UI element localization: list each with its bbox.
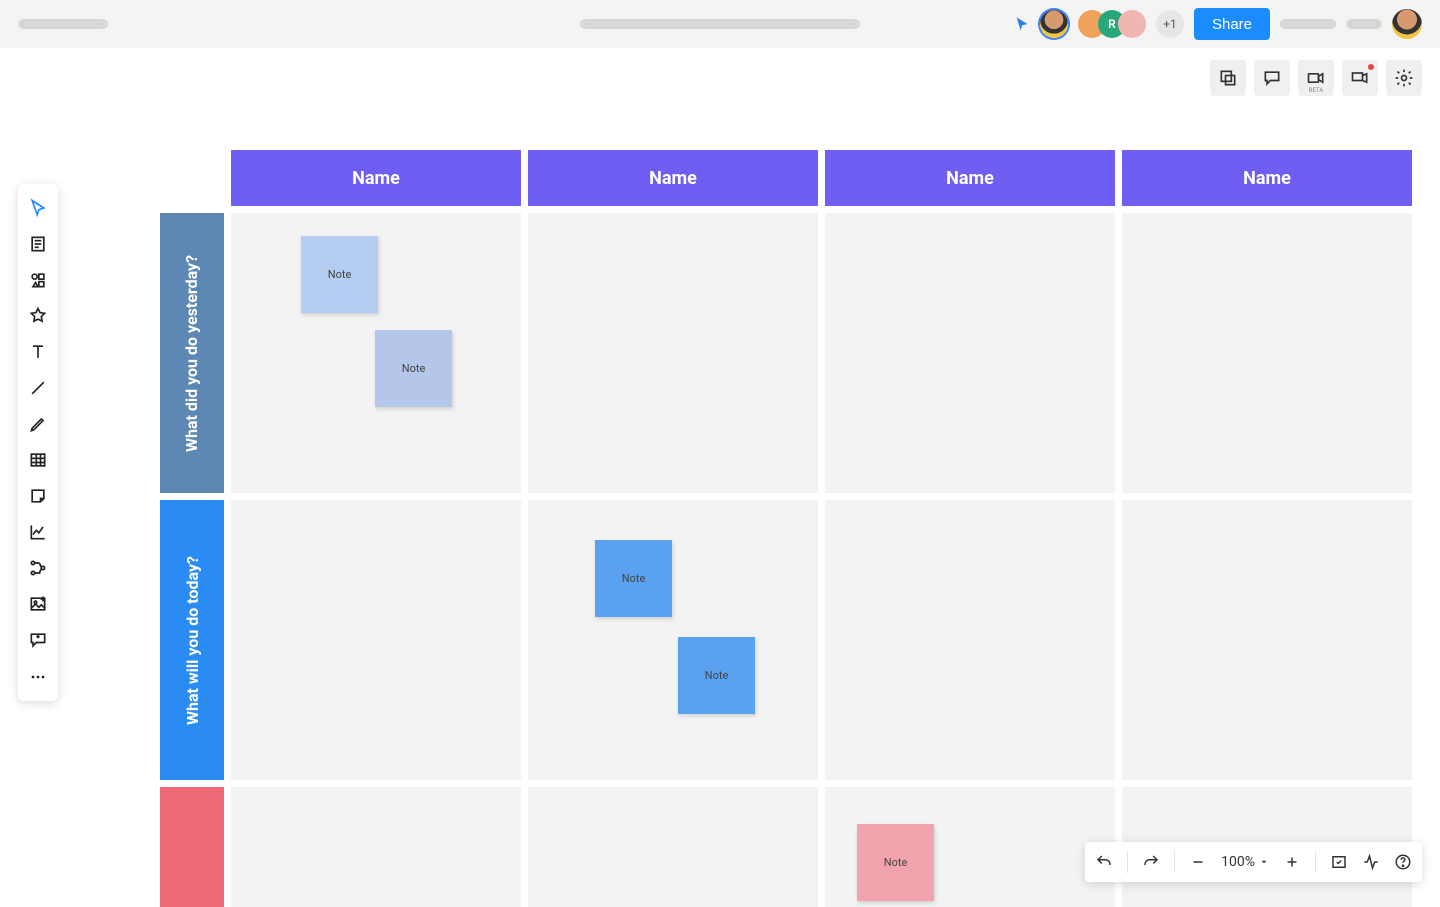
row-header[interactable]	[160, 787, 224, 907]
placeholder-pill	[1280, 19, 1336, 29]
cursor-indicator-icon	[1014, 16, 1030, 32]
shapes-tool[interactable]	[20, 262, 56, 298]
board-cell[interactable]	[231, 787, 521, 907]
board-cell[interactable]	[528, 500, 818, 780]
breadcrumb-placeholder	[18, 19, 108, 29]
separator	[1127, 851, 1128, 873]
board-cell[interactable]	[1122, 500, 1412, 780]
chart-tool[interactable]	[20, 514, 56, 550]
beta-label: BETA	[1300, 87, 1332, 94]
comment-tool[interactable]	[20, 622, 56, 658]
sticky-note[interactable]: Note	[678, 637, 755, 714]
top-bar: R +1 Share	[0, 0, 1440, 48]
column-header[interactable]: Name	[1122, 150, 1412, 206]
column-header[interactable]: Name	[231, 150, 521, 206]
select-tool[interactable]	[20, 190, 56, 226]
table-tool[interactable]	[20, 442, 56, 478]
star-tool[interactable]	[20, 298, 56, 334]
connector-tool[interactable]	[20, 550, 56, 586]
pen-tool[interactable]	[20, 406, 56, 442]
zoom-in-button[interactable]	[1283, 853, 1301, 871]
activity-button[interactable]	[1362, 853, 1380, 871]
share-button[interactable]: Share	[1194, 8, 1270, 40]
comments-button[interactable]	[1254, 60, 1290, 96]
presentation-button[interactable]	[1342, 60, 1378, 96]
board-cell[interactable]	[1122, 213, 1412, 493]
redo-button[interactable]	[1142, 853, 1160, 871]
board-cell[interactable]	[528, 787, 818, 907]
placeholder-pill	[1346, 19, 1382, 29]
more-tools-button[interactable]	[20, 659, 56, 695]
column-header[interactable]: Name	[528, 150, 818, 206]
settings-button[interactable]	[1386, 60, 1422, 96]
notification-dot-icon	[1368, 64, 1374, 70]
separator	[1315, 851, 1316, 873]
help-button[interactable]	[1394, 853, 1412, 871]
row-header[interactable]: What did you do yesterday?	[160, 213, 224, 493]
bottom-bar: 100%	[1085, 842, 1422, 882]
avatar-initial: R	[1108, 17, 1116, 31]
fit-button[interactable]	[1330, 853, 1348, 871]
row-header[interactable]: What will you do today?	[160, 500, 224, 780]
board-cell[interactable]	[825, 500, 1115, 780]
chevron-down-icon	[1259, 857, 1269, 867]
board-cell[interactable]	[825, 213, 1115, 493]
sticky-note-tool[interactable]	[20, 478, 56, 514]
current-user-avatar[interactable]	[1040, 10, 1068, 38]
collaborator-avatars[interactable]: R	[1078, 10, 1146, 38]
separator	[1174, 851, 1175, 873]
top-right-cluster: R +1 Share	[1014, 8, 1422, 40]
account-avatar[interactable]	[1392, 9, 1422, 39]
zoom-out-button[interactable]	[1189, 853, 1207, 871]
sticky-note[interactable]: Note	[857, 824, 934, 901]
board-canvas[interactable]: NameNameNameNameWhat did you do yesterda…	[160, 150, 1440, 900]
board-cell[interactable]	[528, 213, 818, 493]
left-tool-palette	[18, 184, 58, 701]
zoom-level[interactable]: 100%	[1221, 854, 1269, 870]
sticky-note[interactable]: Note	[595, 540, 672, 617]
collaborator-avatar[interactable]	[1118, 10, 1146, 38]
canvas-toolbar-right: BETA	[1210, 60, 1422, 96]
sticky-note[interactable]: Note	[375, 330, 452, 407]
column-header[interactable]: Name	[825, 150, 1115, 206]
image-tool[interactable]	[20, 586, 56, 622]
sticky-note[interactable]: Note	[301, 236, 378, 313]
title-placeholder	[580, 19, 860, 29]
frames-button[interactable]	[1210, 60, 1246, 96]
line-tool[interactable]	[20, 370, 56, 406]
video-button[interactable]: BETA	[1298, 60, 1334, 96]
template-tool[interactable]	[20, 226, 56, 262]
undo-button[interactable]	[1095, 853, 1113, 871]
board-cell[interactable]	[231, 500, 521, 780]
text-tool[interactable]	[20, 334, 56, 370]
more-collaborators-count[interactable]: +1	[1156, 10, 1184, 38]
